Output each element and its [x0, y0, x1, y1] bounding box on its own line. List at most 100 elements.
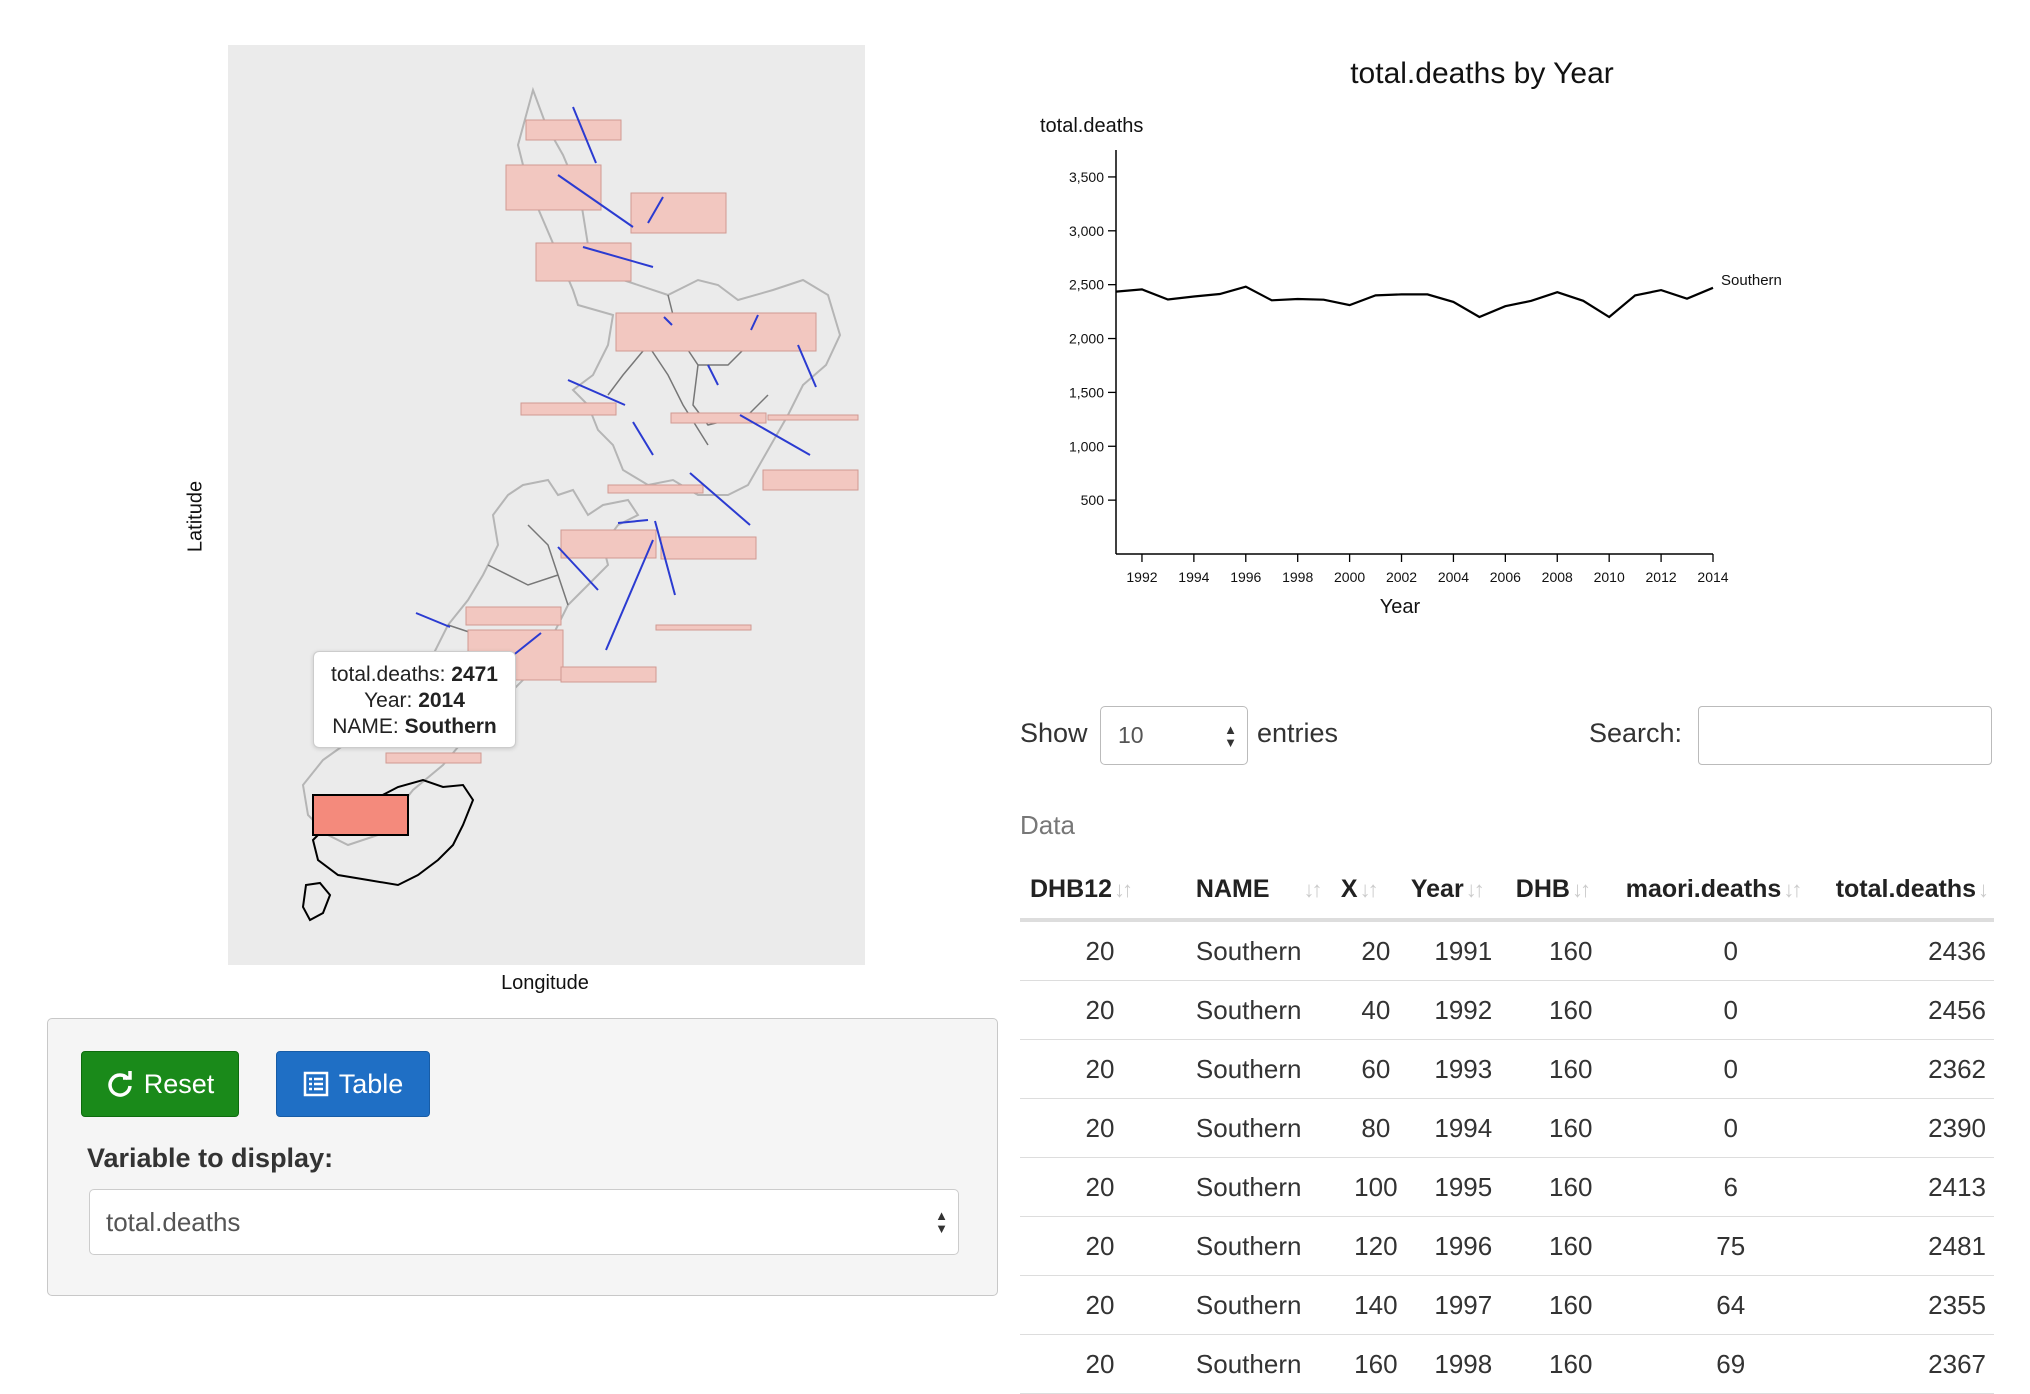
cell-maori-deaths: 75 — [1625, 1216, 1836, 1276]
cell-dhb: 160 — [1515, 1157, 1626, 1217]
cell-total-deaths: 2367 — [1835, 1334, 1994, 1394]
table-body: 20 Southern 20 1991 160 0 2436 20 Southern 40 1992… — [1020, 920, 1994, 1394]
table-row[interactable]: 20 Southern 60 1993 160 0 2362 — [1020, 1039, 1994, 1099]
series-label-southern: Southern — [1721, 272, 1782, 289]
cell-x: 60 — [1340, 1039, 1411, 1099]
table-row[interactable]: 20 Southern 140 1997 160 64 2355 — [1020, 1275, 1994, 1335]
cell-name: Southern — [1179, 1275, 1341, 1335]
table-row[interactable]: 20 Southern 160 1998 160 69 2367 — [1020, 1334, 1994, 1394]
y-tick-label: 2,500 — [1069, 277, 1104, 293]
column-header-total-deaths[interactable]: total.deaths↓ — [1835, 860, 1994, 922]
refresh-icon — [108, 1071, 132, 1097]
line-chart: total.deaths by Year total.deaths Year 5… — [1040, 57, 1782, 618]
x-tick-label: 1994 — [1178, 569, 1209, 585]
x-tick-label: 2006 — [1490, 569, 1521, 585]
cell-dhb: 160 — [1515, 1039, 1626, 1099]
entries-length-value: 10 — [1118, 722, 1144, 748]
x-tick-label: 2000 — [1334, 569, 1365, 585]
cell-x: 140 — [1340, 1275, 1411, 1335]
table-row[interactable]: 20 Southern 40 1992 160 0 2456 — [1020, 980, 1994, 1040]
column-header-name[interactable]: NAME ↓↑ — [1179, 860, 1341, 922]
search-input[interactable] — [1698, 706, 1992, 765]
cell-name: Southern — [1179, 1098, 1341, 1158]
map-plot-area[interactable] — [228, 45, 865, 965]
column-header-maori-deaths[interactable]: maori.deaths↓↑ — [1625, 860, 1836, 922]
table-caption: Data — [1020, 810, 1075, 840]
cell-x: 120 — [1340, 1216, 1411, 1276]
cell-maori-deaths: 0 — [1625, 980, 1836, 1040]
variable-select[interactable]: total.deaths ▲ ▼ — [89, 1189, 959, 1255]
x-tick-label: 2012 — [1646, 569, 1677, 585]
reset-button[interactable]: Reset — [81, 1051, 239, 1117]
longitude-axis-label: Longitude — [501, 972, 589, 994]
column-header-dhb12[interactable]: DHB12↓↑ — [1020, 860, 1180, 922]
cell-x: 20 — [1340, 920, 1411, 981]
cell-x: 40 — [1340, 980, 1411, 1040]
cell-name: Southern — [1179, 1334, 1341, 1394]
map-tooltip: total.deaths: 2471 Year: 2014 NAME: Sout… — [313, 651, 516, 748]
cell-total-deaths: 2436 — [1835, 920, 1994, 981]
table-row[interactable]: 20 Southern 120 1996 160 75 2481 — [1020, 1216, 1994, 1276]
sort-icon: ↓↑ — [1783, 876, 1802, 902]
variable-select-label: Variable to display: — [87, 1143, 334, 1173]
show-label: Show — [1020, 718, 1088, 748]
cell-total-deaths: 2413 — [1835, 1157, 1994, 1217]
x-axis-label: Year — [1380, 596, 1421, 618]
stewart-island — [301, 881, 332, 922]
entries-label: entries — [1257, 718, 1339, 748]
tooltip-variable: total.deaths: 2471 — [331, 663, 498, 686]
cell-total-deaths: 2355 — [1835, 1275, 1994, 1335]
sort-icon: ↓↑ — [1465, 876, 1485, 902]
cell-dhb: 160 — [1515, 1216, 1626, 1276]
cell-year: 1997 — [1410, 1275, 1516, 1335]
cell-maori-deaths: 0 — [1625, 1039, 1836, 1099]
cell-dhb: 160 — [1515, 1275, 1626, 1335]
series-line-southern — [1115, 285, 1714, 319]
cell-total-deaths: 2390 — [1835, 1098, 1994, 1158]
x-ticks: 1992 1994 1996 1998 2000 2002 2004 2006 2008 2010… — [1126, 554, 1729, 585]
select-arrows-icon: ▲ ▼ — [1224, 721, 1237, 750]
cell-dhb12: 20 — [1020, 1275, 1180, 1335]
column-header-x[interactable]: X↓↑ — [1340, 860, 1411, 922]
search-label: Search: — [1589, 718, 1683, 748]
table-row[interactable]: 20 Southern 80 1994 160 0 2390 — [1020, 1098, 1994, 1158]
reset-button-label: Reset — [143, 1068, 215, 1099]
x-tick-label: 1996 — [1230, 569, 1261, 585]
tooltip-year: Year: 2014 — [364, 689, 465, 712]
line-glyphs — [415, 106, 817, 658]
y-tick-label: 2,000 — [1069, 331, 1104, 347]
cell-dhb12: 20 — [1020, 920, 1180, 981]
cell-dhb12: 20 — [1020, 980, 1180, 1040]
column-header-dhb[interactable]: DHB↓↑ — [1515, 860, 1626, 922]
entries-length-select[interactable]: 10 ▲ ▼ — [1100, 706, 1248, 765]
y-tick-label: 1,000 — [1069, 438, 1104, 454]
table-row[interactable]: 20 Southern 100 1995 160 6 2413 — [1020, 1157, 1994, 1217]
cell-name: Southern — [1179, 920, 1341, 981]
table-button[interactable]: Table — [276, 1051, 430, 1117]
y-tick-label: 3,500 — [1069, 169, 1104, 185]
column-header-year[interactable]: Year↓↑ — [1410, 860, 1516, 922]
cell-year: 1996 — [1410, 1216, 1516, 1276]
cell-x: 160 — [1340, 1334, 1411, 1394]
tooltip-name: NAME: Southern — [332, 715, 497, 738]
data-table: DHB12↓↑ NAME ↓↑ X↓↑ Year↓↑ DHB↓↑ maori.de… — [1020, 860, 1994, 1394]
sort-icon: ↓↑ — [1571, 876, 1591, 902]
cell-total-deaths: 2362 — [1835, 1039, 1994, 1099]
list-icon — [303, 1071, 328, 1097]
nz-map[interactable] — [228, 45, 865, 965]
x-tick-label: 2004 — [1438, 569, 1469, 585]
cell-dhb12: 20 — [1020, 1216, 1180, 1276]
cell-dhb12: 20 — [1020, 1098, 1180, 1158]
cell-year: 1994 — [1410, 1098, 1516, 1158]
cell-year: 1991 — [1410, 920, 1516, 981]
sort-icon: ↓↑ — [1303, 876, 1323, 902]
cell-maori-deaths: 64 — [1625, 1275, 1836, 1335]
north-island-outline — [516, 86, 842, 496]
table-row[interactable]: 20 Southern 20 1991 160 0 2436 — [1020, 920, 1994, 981]
x-tick-label: 2008 — [1542, 569, 1573, 585]
cell-dhb: 160 — [1515, 920, 1626, 981]
controls-panel: Reset Table Variable to display: total.d… — [47, 1018, 998, 1296]
cell-dhb: 160 — [1515, 980, 1626, 1040]
latitude-axis-label: Latitude — [184, 480, 207, 553]
y-ticks: 500 1,000 1,500 2,000 2,500 3,000 3,500 — [1069, 169, 1116, 508]
